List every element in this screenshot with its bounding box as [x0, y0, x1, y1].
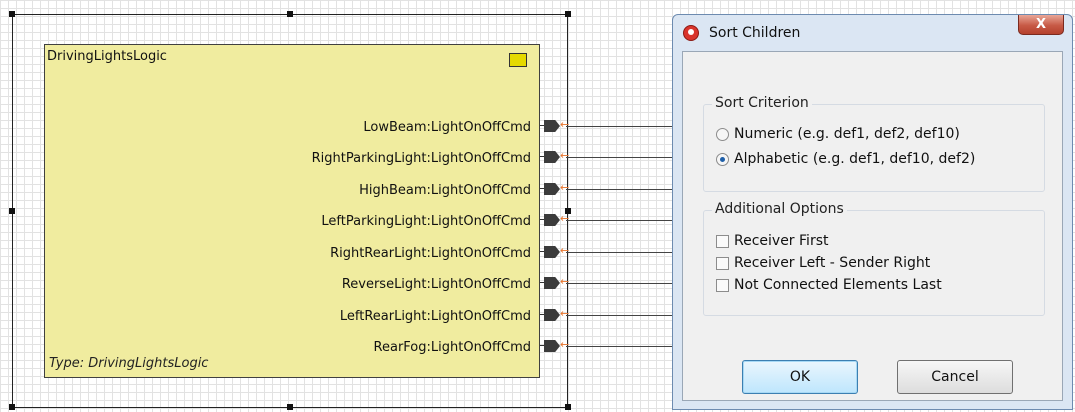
connection-wire[interactable] — [566, 220, 686, 221]
numeric-option[interactable]: Numeric (e.g. def1, def2, def10) — [716, 126, 960, 142]
component-name: DrivingLightsLogic — [47, 49, 167, 64]
numeric-option-label[interactable]: Numeric (e.g. def1, def2, def10) — [734, 126, 960, 142]
cancel-button[interactable]: Cancel — [897, 360, 1013, 394]
component-type-label: Type: DrivingLightsLogic — [49, 356, 209, 371]
port-connector-icon — [544, 340, 560, 352]
connection-wire[interactable] — [566, 283, 686, 284]
port-label[interactable]: LowBeam:LightOnOffCmd — [363, 120, 531, 135]
port-connector[interactable]: ← — [540, 149, 570, 163]
port-connector-icon — [544, 277, 560, 289]
arrow-icon: ← — [560, 244, 570, 257]
additional-options-legend: Additional Options — [712, 201, 847, 217]
connection-wire[interactable] — [566, 315, 686, 316]
alphabetic-option[interactable]: Alphabetic (e.g. def1, def10, def2) — [716, 151, 975, 167]
port-connector[interactable]: ← — [540, 244, 570, 258]
port-connector[interactable]: ← — [540, 181, 570, 195]
alphabetic-option-label[interactable]: Alphabetic (e.g. def1, def10, def2) — [734, 151, 975, 167]
selection-handle[interactable] — [9, 404, 15, 410]
arrow-icon: ← — [560, 307, 570, 320]
arrow-icon: ← — [560, 181, 570, 194]
sort-children-dialog: Sort Children X Sort Criterion Numeric (… — [672, 14, 1073, 410]
ok-button[interactable]: OK — [742, 360, 858, 394]
selection-handle[interactable] — [9, 11, 15, 17]
dialog-body: Sort Criterion Numeric (e.g. def1, def2,… — [682, 51, 1063, 401]
connection-wire[interactable] — [566, 126, 686, 127]
port-connector-icon — [544, 309, 560, 321]
port-label[interactable]: RightParkingLight:LightOnOffCmd — [312, 151, 531, 166]
port-connector[interactable]: ← — [540, 338, 570, 352]
port-label[interactable]: LeftRearLight:LightOnOffCmd — [340, 309, 531, 324]
port-connector[interactable]: ← — [540, 118, 570, 132]
component-block[interactable]: DrivingLightsLogic LowBeam:LightOnOffCmd… — [44, 44, 540, 378]
port-connector[interactable]: ← — [540, 212, 570, 226]
arrow-icon: ← — [560, 118, 570, 131]
port-connector-icon — [544, 120, 560, 132]
port-connector-icon — [544, 214, 560, 226]
port-connector[interactable]: ← — [540, 307, 570, 321]
close-button[interactable]: X — [1018, 15, 1064, 35]
selection-handle[interactable] — [287, 11, 293, 17]
port-connector[interactable]: ← — [540, 275, 570, 289]
arrow-icon: ← — [560, 338, 570, 351]
selection-handle[interactable] — [565, 404, 571, 410]
not-connected-last-checkbox[interactable] — [716, 278, 729, 292]
sort-criterion-legend: Sort Criterion — [712, 95, 812, 111]
receiver-first-option[interactable]: Receiver First — [716, 233, 828, 249]
dialog-titlebar[interactable]: Sort Children X — [673, 15, 1072, 49]
connection-wire[interactable] — [566, 252, 686, 253]
close-icon: X — [1035, 17, 1047, 32]
not-connected-last-label[interactable]: Not Connected Elements Last — [734, 277, 942, 293]
port-connector-icon — [544, 151, 560, 163]
port-connector-icon — [544, 183, 560, 195]
component-type-icon — [509, 53, 527, 67]
receiver-left-checkbox[interactable] — [716, 256, 729, 270]
arrow-icon: ← — [560, 149, 570, 162]
connection-wire[interactable] — [566, 189, 686, 190]
selection-handle[interactable] — [287, 404, 293, 410]
port-label[interactable]: RightRearLight:LightOnOffCmd — [330, 246, 531, 261]
receiver-first-label[interactable]: Receiver First — [734, 233, 828, 249]
port-label[interactable]: RearFog:LightOnOffCmd — [374, 340, 531, 355]
receiver-left-label[interactable]: Receiver Left - Sender Right — [734, 255, 930, 271]
receiver-left-option[interactable]: Receiver Left - Sender Right — [716, 255, 930, 271]
port-label[interactable]: ReverseLight:LightOnOffCmd — [342, 277, 531, 292]
dialog-title: Sort Children — [709, 25, 801, 41]
red-swirl-icon — [683, 25, 699, 41]
port-connector-icon — [544, 246, 560, 258]
selection-handle[interactable] — [565, 11, 571, 17]
arrow-icon: ← — [560, 212, 570, 225]
arrow-icon: ← — [560, 275, 570, 288]
port-label[interactable]: LeftParkingLight:LightOnOffCmd — [321, 214, 531, 229]
connection-wire[interactable] — [566, 346, 686, 347]
numeric-radio[interactable] — [716, 127, 729, 141]
not-connected-last-option[interactable]: Not Connected Elements Last — [716, 277, 942, 293]
additional-options-group: Additional Options Receiver First Receiv… — [703, 201, 1045, 316]
port-label[interactable]: HighBeam:LightOnOffCmd — [359, 183, 531, 198]
receiver-first-checkbox[interactable] — [716, 234, 729, 248]
alphabetic-radio[interactable] — [716, 152, 729, 166]
connection-wire[interactable] — [566, 157, 686, 158]
sort-criterion-group: Sort Criterion Numeric (e.g. def1, def2,… — [703, 95, 1045, 192]
selection-handle[interactable] — [9, 208, 15, 214]
